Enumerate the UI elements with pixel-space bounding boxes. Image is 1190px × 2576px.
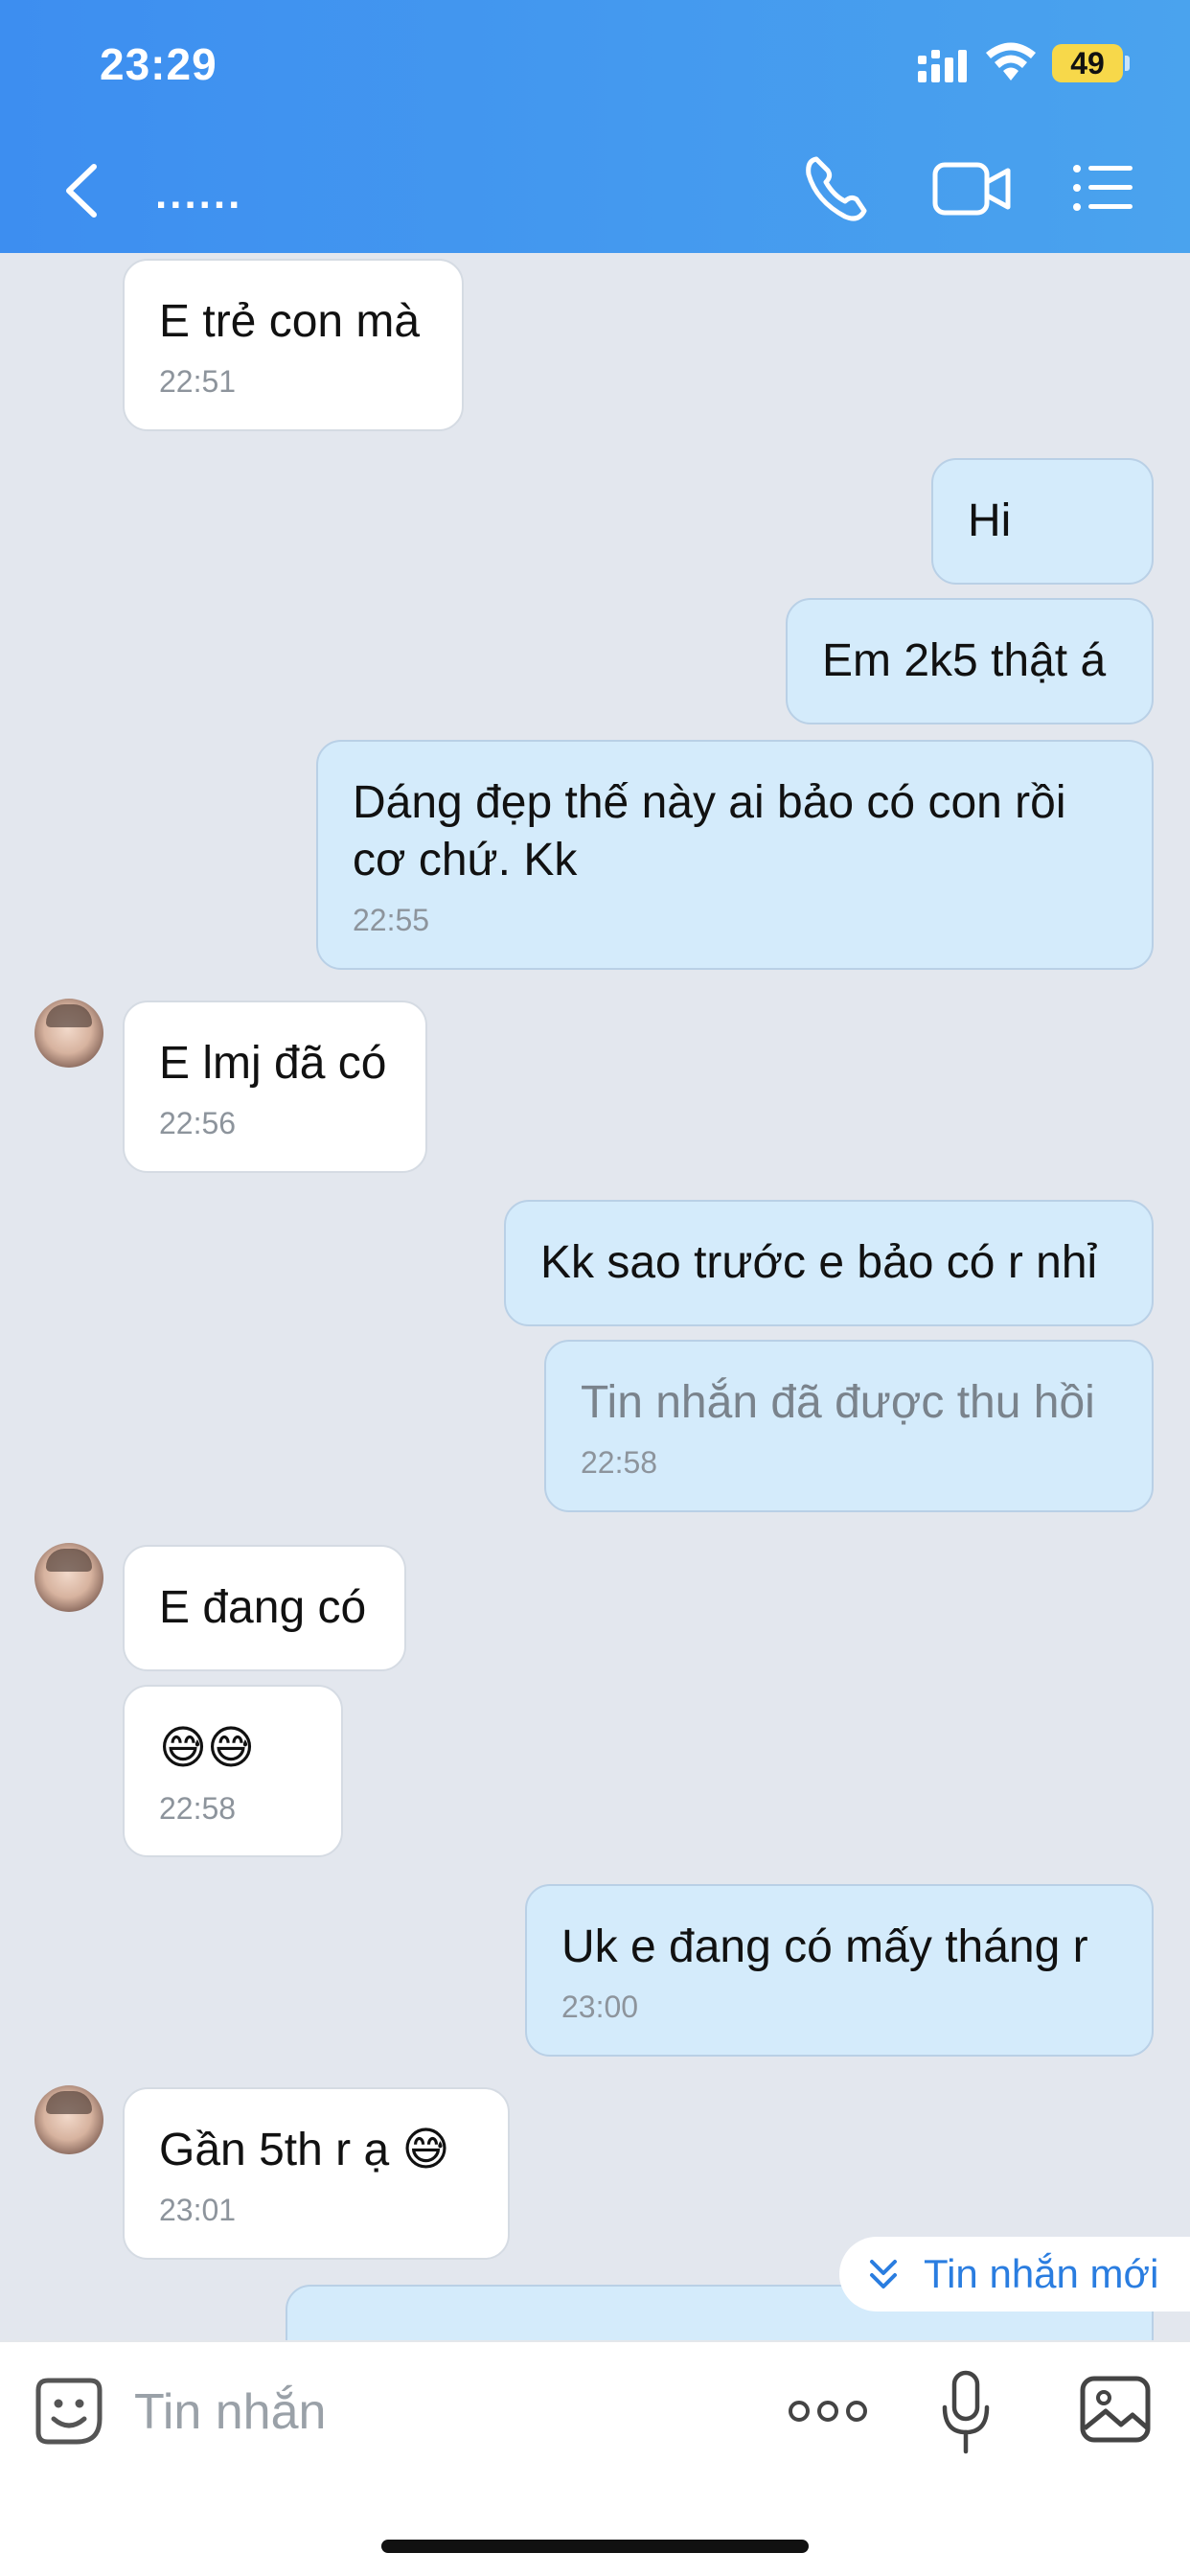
chat-header: 23:29 49 ...... xyxy=(0,0,1190,253)
message-text: E trẻ con mà xyxy=(159,296,421,347)
message-time: 23:00 xyxy=(561,1990,639,2024)
battery-tip xyxy=(1125,56,1130,71)
message-time: 23:01 xyxy=(159,2193,237,2227)
microphone-icon[interactable] xyxy=(941,2369,991,2457)
message-outgoing[interactable]: Hi xyxy=(931,458,1154,585)
wifi-icon xyxy=(986,42,1036,80)
message-incoming[interactable]: E đang có xyxy=(123,1545,406,1671)
cellular-signal-icon xyxy=(918,50,967,82)
message-text: E lmj đã có xyxy=(159,1038,387,1089)
sticker-icon[interactable] xyxy=(34,2377,103,2446)
menu-list-icon[interactable] xyxy=(1071,161,1134,215)
status-time: 23:29 xyxy=(100,39,217,89)
contact-avatar[interactable] xyxy=(34,2085,103,2154)
message-incoming[interactable]: 😅😅 22:58 xyxy=(123,1685,343,1857)
message-recalled[interactable]: Tin nhắn đã được thu hồi 22:58 xyxy=(544,1340,1154,1512)
message-incoming[interactable]: Gần 5th r ạ 😅 23:01 xyxy=(123,2087,510,2260)
message-incoming[interactable]: E lmj đã có 22:56 xyxy=(123,1000,427,1173)
message-text: Dáng đẹp thế này ai bảo có con rồi cơ ch… xyxy=(353,777,1066,886)
more-options-icon[interactable] xyxy=(788,2392,868,2430)
message-time: 22:56 xyxy=(159,1106,237,1140)
message-text: Kk sao trước e bảo có r nhỉ xyxy=(540,1237,1098,1288)
message-text: Tin nhắn đã được thu hồi xyxy=(581,1377,1095,1428)
chat-title[interactable]: ...... xyxy=(155,171,242,218)
double-chevron-down-icon xyxy=(870,2260,897,2288)
message-text: 😅😅 xyxy=(159,1721,256,1775)
back-button[interactable] xyxy=(57,159,105,222)
new-messages-label: Tin nhắn mới xyxy=(924,2251,1159,2296)
message-input[interactable] xyxy=(134,2380,747,2444)
video-call-icon[interactable] xyxy=(931,157,1012,220)
message-text: Hi xyxy=(968,495,1012,546)
message-text: Em 2k5 thật á xyxy=(822,635,1107,686)
contact-avatar[interactable] xyxy=(34,999,103,1068)
message-time: 22:58 xyxy=(581,1445,658,1480)
message-incoming[interactable]: E trẻ con mà 22:51 xyxy=(123,259,464,431)
contact-avatar[interactable] xyxy=(34,1543,103,1612)
phone-icon[interactable] xyxy=(803,153,870,224)
message-outgoing[interactable]: Em 2k5 thật á xyxy=(786,598,1154,724)
message-outgoing[interactable]: Uk e đang có mấy tháng r 23:00 xyxy=(525,1884,1154,2057)
message-time: 22:51 xyxy=(159,364,237,399)
message-text: E đang có xyxy=(159,1582,367,1633)
battery-level: 49 xyxy=(1052,44,1123,82)
message-time: 22:58 xyxy=(159,1791,237,1826)
message-outgoing[interactable]: Dáng đẹp thế này ai bảo có con rồi cơ ch… xyxy=(316,740,1154,970)
message-time: 22:55 xyxy=(353,903,430,937)
new-messages-button[interactable]: Tin nhắn mới xyxy=(839,2237,1190,2312)
message-text: Gần 5th r ạ 😅 xyxy=(159,2125,450,2175)
message-text: Uk e đang có mấy tháng r xyxy=(561,1921,1088,1972)
image-icon[interactable] xyxy=(1079,2375,1152,2444)
message-outgoing[interactable]: Kk sao trước e bảo có r nhỉ xyxy=(504,1200,1154,1326)
home-indicator[interactable] xyxy=(381,2540,809,2553)
